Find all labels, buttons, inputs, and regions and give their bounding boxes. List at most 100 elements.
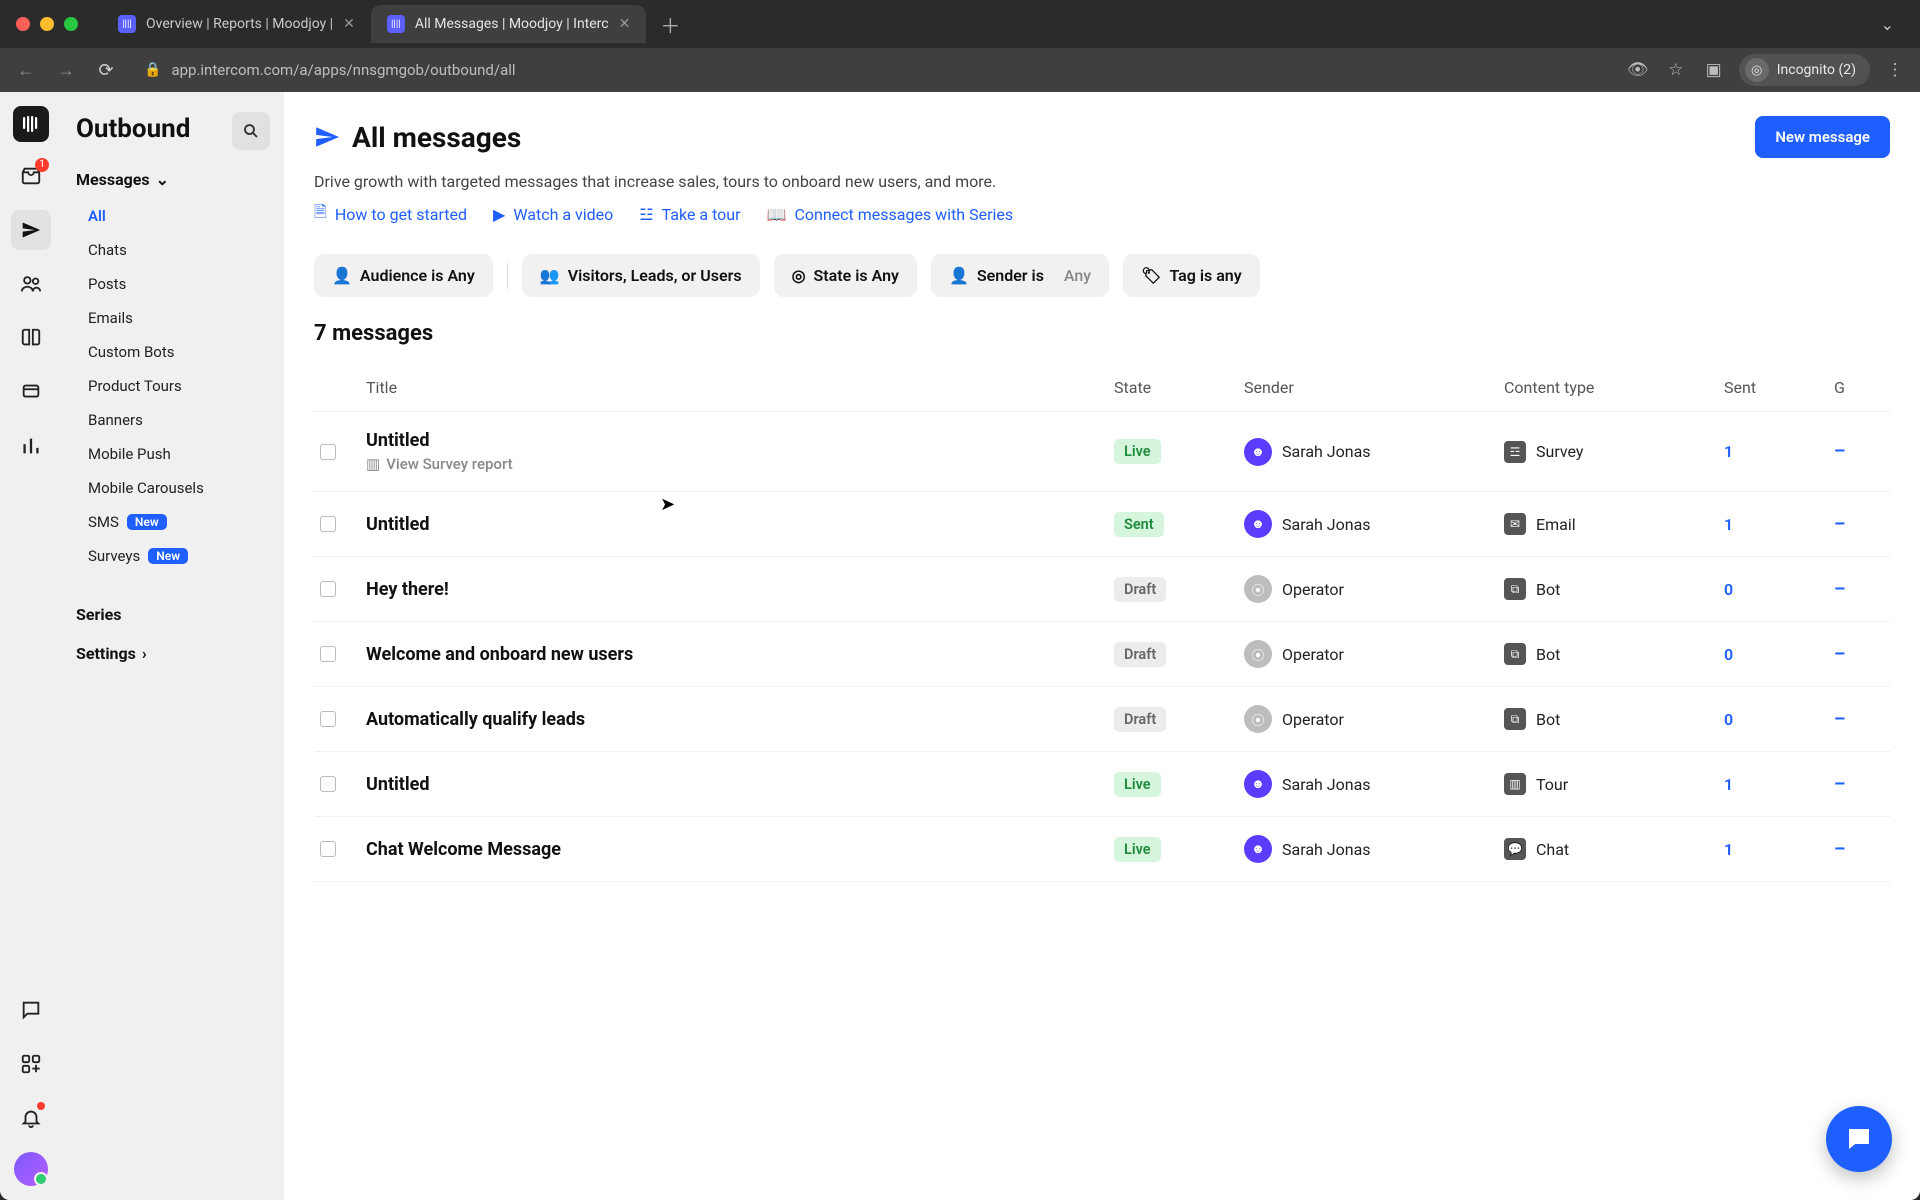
- sidebar-item-label: Product Tours: [88, 377, 182, 395]
- help-tour-link[interactable]: ☳Take a tour: [639, 201, 740, 228]
- rail-contacts-icon[interactable]: [11, 264, 51, 304]
- sidebar-messages-toggle[interactable]: Messages ⌄: [76, 170, 268, 189]
- sidebar-item-posts[interactable]: Posts: [76, 267, 268, 301]
- panel-icon[interactable]: ▣: [1701, 60, 1727, 80]
- intercom-logo-icon[interactable]: [13, 106, 49, 142]
- content-type-label: Bot: [1536, 645, 1560, 664]
- content-type-label: Email: [1536, 515, 1576, 534]
- new-message-button[interactable]: New message: [1755, 116, 1890, 158]
- filter-sender[interactable]: 👤Sender is Any: [931, 254, 1109, 297]
- sidebar-item-product-tours[interactable]: Product Tours: [76, 369, 268, 403]
- target-icon: ◎: [792, 266, 806, 285]
- back-button[interactable]: ←: [12, 60, 40, 81]
- col-sent[interactable]: Sent: [1724, 378, 1834, 397]
- sidebar-item-sms[interactable]: SMSNew: [76, 505, 268, 539]
- sent-count[interactable]: 0: [1724, 710, 1834, 729]
- paper-plane-icon: [314, 124, 340, 150]
- new-tab-button[interactable]: ＋: [646, 10, 694, 39]
- content-type-icon: 💬: [1504, 838, 1526, 860]
- messenger-launcher[interactable]: [1826, 1106, 1892, 1172]
- table-row[interactable]: Automatically qualify leadsDraft⦿Operato…: [314, 687, 1890, 752]
- rail-operator-icon[interactable]: [11, 372, 51, 412]
- browser-tab-2[interactable]: |||| All Messages | Moodjoy | Interc ✕: [371, 5, 647, 43]
- sent-count[interactable]: 1: [1724, 840, 1834, 859]
- incognito-chip[interactable]: ◎ Incognito (2): [1739, 54, 1870, 86]
- tab-close-icon[interactable]: ✕: [619, 16, 631, 32]
- sidebar-item-banners[interactable]: Banners: [76, 403, 268, 437]
- sent-count[interactable]: 1: [1724, 442, 1834, 461]
- window-minimize-icon[interactable]: [40, 17, 54, 31]
- browser-tab-1[interactable]: |||| Overview | Reports | Moodjoy | ✕: [102, 5, 371, 43]
- table-row[interactable]: Chat Welcome MessageLive☻Sarah Jonas💬Cha…: [314, 817, 1890, 882]
- sidebar-series[interactable]: Series: [76, 595, 268, 634]
- row-subtitle[interactable]: ▥View Survey report: [366, 455, 1114, 473]
- rail-articles-icon[interactable]: [11, 318, 51, 358]
- rail-avatar[interactable]: [14, 1152, 48, 1186]
- filter-state[interactable]: ◎State is Any: [774, 254, 917, 297]
- table-row[interactable]: UntitledSent☻Sarah Jonas✉Email1–: [314, 492, 1890, 557]
- sender-name: Operator: [1282, 710, 1344, 729]
- sidebar-item-chats[interactable]: Chats: [76, 233, 268, 267]
- row-checkbox[interactable]: [320, 444, 336, 460]
- sender-avatar-icon: ☻: [1244, 835, 1272, 863]
- rail-apps-icon[interactable]: [11, 1044, 51, 1084]
- sent-count[interactable]: 1: [1724, 515, 1834, 534]
- url-field[interactable]: 🔒 app.intercom.com/a/apps/nnsgmgob/outbo…: [132, 61, 1613, 79]
- sender-avatar-icon: ☻: [1244, 510, 1272, 538]
- person-icon: 👤: [949, 266, 969, 285]
- help-how-link[interactable]: 🗎How to get started: [314, 201, 467, 228]
- col-title[interactable]: Title: [366, 378, 1114, 397]
- sidebar-item-all[interactable]: All: [76, 199, 268, 233]
- col-sender[interactable]: Sender: [1244, 378, 1504, 397]
- table-row[interactable]: Hey there!Draft⦿Operator⧉Bot0–: [314, 557, 1890, 622]
- rail-outbound-icon[interactable]: [11, 210, 51, 250]
- help-series-link[interactable]: 📖Connect messages with Series: [767, 201, 1014, 228]
- sidebar-item-mobile-carousels[interactable]: Mobile Carousels: [76, 471, 268, 505]
- sidebar-item-surveys[interactable]: SurveysNew: [76, 539, 268, 573]
- sent-count[interactable]: 1: [1724, 775, 1834, 794]
- eye-off-icon[interactable]: 👁: [1625, 60, 1651, 80]
- sent-count[interactable]: 0: [1724, 645, 1834, 664]
- state-pill: Live: [1114, 439, 1161, 464]
- filter-visitors[interactable]: 👥Visitors, Leads, or Users: [522, 254, 760, 297]
- rail-messenger-icon[interactable]: [11, 990, 51, 1030]
- sidebar-item-mobile-push[interactable]: Mobile Push: [76, 437, 268, 471]
- rail-notifications-icon[interactable]: [11, 1098, 51, 1138]
- window-fullscreen-icon[interactable]: [64, 17, 78, 31]
- table-row[interactable]: Untitled▥View Survey reportLive☻Sarah Jo…: [314, 412, 1890, 492]
- sidebar-search-button[interactable]: [232, 112, 270, 150]
- page-description: Drive growth with targeted messages that…: [314, 172, 1890, 191]
- help-video-link[interactable]: ▶Watch a video: [493, 201, 613, 228]
- sender-avatar-icon: ⦿: [1244, 640, 1272, 668]
- row-checkbox[interactable]: [320, 516, 336, 532]
- star-icon[interactable]: ☆: [1663, 60, 1689, 80]
- filter-tag[interactable]: 🏷Tag is any: [1123, 254, 1260, 297]
- sidebar-item-emails[interactable]: Emails: [76, 301, 268, 335]
- doc-icon: 🗎: [314, 201, 327, 228]
- col-state[interactable]: State: [1114, 378, 1244, 397]
- window-close-icon[interactable]: [16, 17, 30, 31]
- row-checkbox[interactable]: [320, 581, 336, 597]
- sender-avatar-icon: ⦿: [1244, 575, 1272, 603]
- reload-button[interactable]: ⟳: [92, 60, 120, 81]
- kebab-menu-icon[interactable]: ⋮: [1882, 60, 1908, 80]
- table-row[interactable]: UntitledLive☻Sarah Jonas▥Tour1–: [314, 752, 1890, 817]
- sender-name: Sarah Jonas: [1282, 840, 1371, 859]
- rail-reports-icon[interactable]: [11, 426, 51, 466]
- table-row[interactable]: Welcome and onboard new usersDraft⦿Opera…: [314, 622, 1890, 687]
- row-checkbox[interactable]: [320, 776, 336, 792]
- page-title-text: All messages: [352, 121, 521, 154]
- tab-overflow-icon[interactable]: ⌄: [1871, 15, 1904, 34]
- sidebar-item-custom-bots[interactable]: Custom Bots: [76, 335, 268, 369]
- sidebar-settings[interactable]: Settings ›: [76, 634, 268, 673]
- row-checkbox[interactable]: [320, 711, 336, 727]
- tab-close-icon[interactable]: ✕: [343, 16, 355, 32]
- forward-button[interactable]: →: [52, 60, 80, 81]
- col-g[interactable]: G: [1834, 378, 1884, 397]
- rail-inbox-icon[interactable]: 1: [11, 156, 51, 196]
- sent-count[interactable]: 0: [1724, 580, 1834, 599]
- row-checkbox[interactable]: [320, 646, 336, 662]
- filter-audience[interactable]: 👤Audience is Any: [314, 254, 493, 297]
- col-content[interactable]: Content type: [1504, 378, 1724, 397]
- row-checkbox[interactable]: [320, 841, 336, 857]
